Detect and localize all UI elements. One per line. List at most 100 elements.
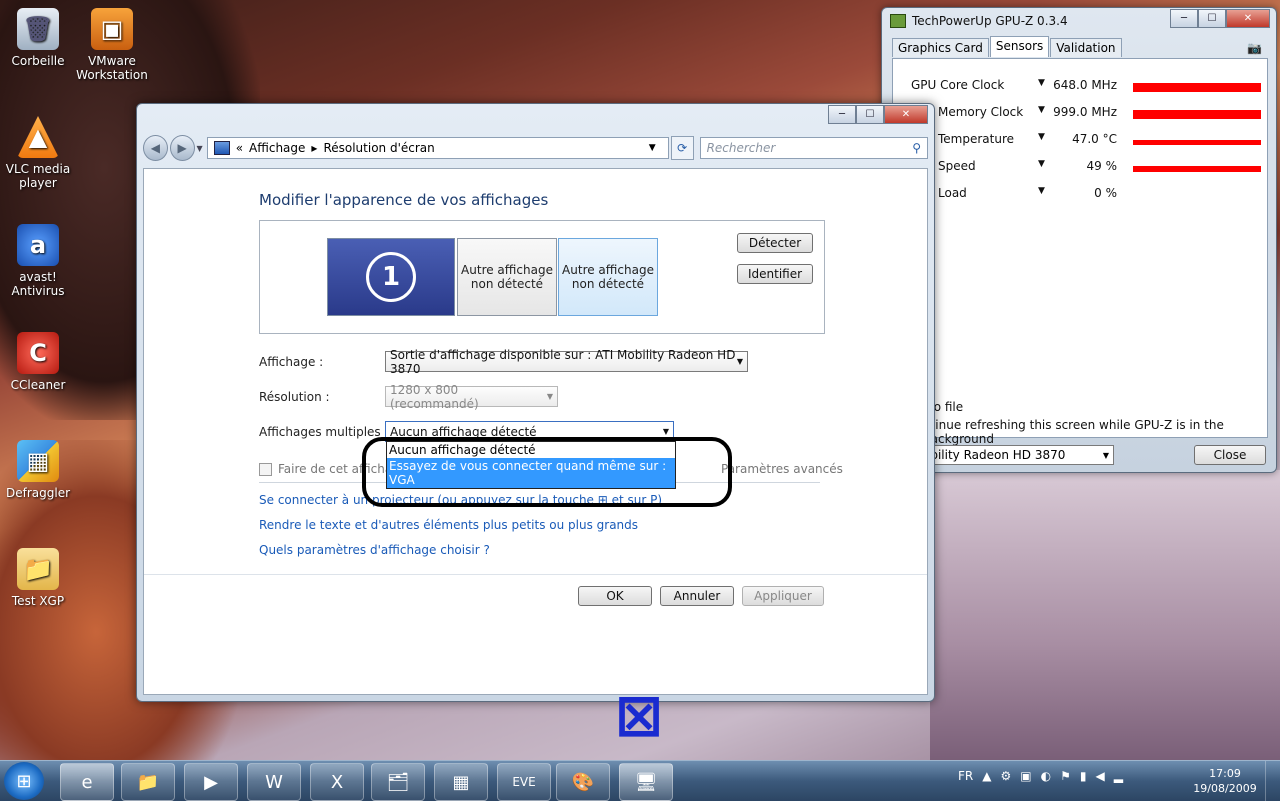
desktop-icon-label: Corbeille — [11, 54, 65, 68]
desktop-icon-ccleaner[interactable]: C CCleaner — [0, 332, 76, 392]
search-placeholder: Rechercher — [706, 141, 776, 155]
monitor-1[interactable]: 1 — [327, 238, 455, 316]
address-dropdown-icon[interactable]: ▼ — [649, 143, 656, 153]
link-which-settings[interactable]: Quels paramètres d'affichage choisir ? — [259, 543, 490, 557]
taskbar-word-icon[interactable]: W — [247, 763, 301, 801]
advanced-settings-link[interactable]: Paramètres avancés — [721, 462, 843, 476]
sensor-value: 47.0 °C — [1072, 132, 1117, 146]
gpuz-title: TechPowerUp GPU-Z 0.3.4 — [912, 14, 1068, 28]
taskbar-folder-icon[interactable]: 🗂 — [371, 763, 425, 801]
chevron-down-icon: ▼ — [662, 427, 669, 436]
vlc-cone-icon: ▲ — [17, 116, 59, 158]
taskbar-paint-icon[interactable]: 🎨 — [556, 763, 610, 801]
desktop-icon-vmware[interactable]: ▣ VMware Workstation — [74, 8, 150, 82]
monitor-2[interactable]: Autre affichage non détecté — [457, 238, 557, 316]
monitor-3[interactable]: Autre affichage non détecté — [558, 238, 658, 316]
gpuz-close-button[interactable]: ✕ — [1226, 9, 1270, 28]
camera-icon[interactable]: 📷 — [1247, 41, 1262, 55]
close-button[interactable]: ✕ — [884, 105, 928, 124]
search-icon[interactable]: ⚲ — [912, 141, 921, 155]
taskbar-gpuz-icon[interactable]: ▦ — [434, 763, 488, 801]
option-continue-refresh[interactable]: ntinue refreshing this screen while GPU-… — [923, 418, 1267, 446]
gpuz-title-bar: TechPowerUp GPU-Z 0.3.4 — [890, 14, 1068, 28]
ok-button[interactable]: OK — [578, 586, 652, 606]
taskbar-excel-icon[interactable]: X — [310, 763, 364, 801]
desktop-icon-test-xgp[interactable]: 📁 Test XGP — [0, 548, 76, 608]
sensor-bar — [1133, 140, 1261, 145]
identify-button[interactable]: Identifier — [737, 264, 813, 284]
desktop-icon-label: VMware Workstation — [76, 54, 148, 82]
network-tray-icon[interactable]: ⚙ — [1000, 769, 1011, 783]
desktop-icon-defraggler[interactable]: ▦ Defraggler — [0, 440, 76, 500]
tab-sensors[interactable]: Sensors — [989, 36, 1050, 57]
sensor-dropdown-icon[interactable]: ▼ — [1038, 105, 1045, 115]
language-indicator[interactable]: FR — [958, 769, 973, 783]
desktop-icon-recycle-bin[interactable]: 🗑 Corbeille — [0, 8, 76, 68]
gpu-select[interactable]: obility Radeon HD 3870 ▼ — [918, 445, 1114, 465]
resolution-label: Résolution : — [259, 390, 330, 404]
maximize-button[interactable]: ☐ — [856, 105, 884, 124]
main-display-checkbox[interactable] — [259, 462, 272, 476]
display-select[interactable]: Sortie d'affichage disponible sur : ATI … — [385, 348, 748, 376]
show-hidden-icons-icon[interactable]: ▲ — [982, 769, 991, 783]
clock[interactable]: 17:09 19/08/2009 — [1190, 766, 1260, 796]
taskbar-ie-icon[interactable]: e — [60, 763, 114, 801]
taskbar-eve-icon[interactable]: EVE — [497, 763, 551, 801]
clock-date: 19/08/2009 — [1193, 782, 1257, 795]
breadcrumb-resolution[interactable]: Résolution d'écran — [323, 141, 434, 155]
recent-pages-icon[interactable]: ▼ — [197, 144, 203, 153]
action-center-icon[interactable]: ⚑ — [1060, 769, 1071, 783]
sensor-bar — [1133, 83, 1261, 92]
wallpaper-sky-right — [930, 470, 1280, 760]
sensor-row-memory-clock: Memory Clock ▼ 999.0 MHz — [893, 105, 1267, 125]
link-text-size[interactable]: Rendre le texte et d'autres éléments plu… — [259, 518, 638, 532]
address-bar[interactable]: « Affichage ▸ Résolution d'écran ▼ — [206, 137, 669, 159]
folder-icon: 📁 — [17, 548, 59, 590]
detect-button[interactable]: Détecter — [737, 233, 813, 253]
power-icon[interactable]: ▮ — [1080, 769, 1087, 783]
forward-button[interactable]: ▶ — [169, 135, 195, 161]
hand-drawn-annotation-circle — [362, 437, 732, 507]
avast-icon: a — [17, 224, 59, 266]
search-input[interactable]: Rechercher ⚲ — [699, 137, 928, 159]
display-tray-icon[interactable]: ▣ — [1020, 769, 1031, 783]
footer-divider — [144, 574, 927, 575]
desktop-icon-avast[interactable]: a avast! Antivirus — [0, 224, 76, 298]
disabled-display-icon[interactable]: ⊠ — [608, 686, 670, 748]
breadcrumb-affichage[interactable]: Affichage — [249, 141, 305, 155]
gpuz-maximize-button[interactable]: ☐ — [1198, 9, 1226, 28]
sensor-dropdown-icon[interactable]: ▼ — [1038, 159, 1045, 169]
gpuz-minimize-button[interactable]: ─ — [1170, 9, 1198, 28]
sensor-dropdown-icon[interactable]: ▼ — [1038, 186, 1045, 196]
sensors-panel: GPU Core Clock ▼ 648.0 MHz Memory Clock … — [892, 58, 1268, 446]
sensor-dropdown-icon[interactable]: ▼ — [1038, 132, 1045, 142]
taskbar-media-player-icon[interactable]: ▶ — [184, 763, 238, 801]
refresh-icon[interactable]: ⟳ — [670, 136, 694, 160]
sensor-row-temperature: Temperature ▼ 47.0 °C — [893, 132, 1267, 152]
chevron-down-icon: ▼ — [736, 357, 743, 366]
taskbar-explorer-icon[interactable]: 📁 — [121, 763, 175, 801]
show-desktop-button[interactable] — [1265, 761, 1280, 801]
sensor-row-gpu-core-clock: GPU Core Clock ▼ 648.0 MHz — [893, 78, 1267, 98]
ati-tray-icon[interactable]: ◐ — [1041, 769, 1051, 783]
multiple-displays-label: Affichages multiples : — [259, 425, 389, 439]
sensor-dropdown-icon[interactable]: ▼ — [1038, 78, 1045, 88]
back-button[interactable]: ◀ — [143, 135, 168, 161]
taskbar-display-settings-icon[interactable]: 🖥 — [619, 763, 673, 801]
minimize-button[interactable]: ─ — [828, 105, 856, 124]
resolution-select: 1280 x 800 (recommandé) ▼ — [385, 383, 558, 411]
cancel-button[interactable]: Annuler — [660, 586, 734, 606]
desktop-icon-label: Test XGP — [11, 594, 65, 608]
volume-icon[interactable]: ◀ — [1095, 769, 1104, 783]
breadcrumb-arrow-icon[interactable]: ▸ — [311, 141, 317, 155]
tab-validation[interactable]: Validation — [1050, 38, 1122, 57]
desktop-icon-vlc[interactable]: ▲ VLC media player — [0, 116, 76, 190]
gpuz-tabs: Graphics Card Sensors Validation — [892, 36, 1123, 57]
gpuz-close-dialog-button[interactable]: Close — [1194, 445, 1266, 465]
wifi-icon[interactable]: ▂ — [1114, 769, 1123, 783]
navigation-bar: ◀ ▶ ▼ « Affichage ▸ Résolution d'écran ▼… — [143, 134, 928, 162]
window-controls: ─ ☐ ✕ — [828, 105, 928, 124]
sensor-row-gpu-load: Load ▼ 0 % — [893, 186, 1267, 206]
tab-graphics-card[interactable]: Graphics Card — [892, 38, 989, 57]
start-button[interactable]: ⊞ — [4, 762, 44, 800]
